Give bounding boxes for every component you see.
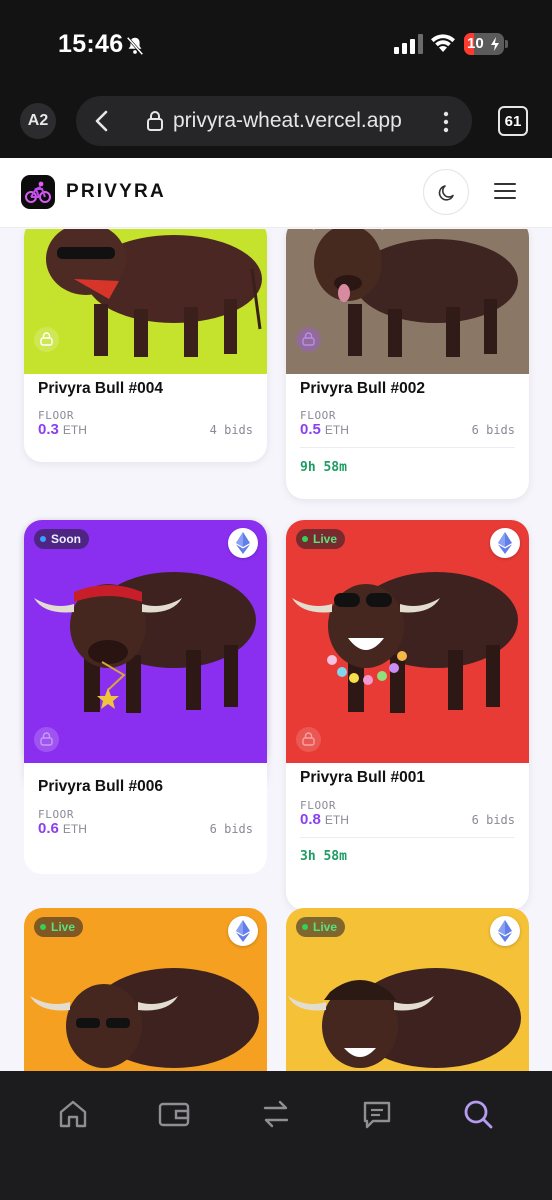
home-icon[interactable] [56,1097,90,1131]
nft-title: Privyra Bull #006 [38,778,163,795]
status-badge-label: Live [313,532,338,546]
nft-title: Privyra Bull #002 [300,380,425,397]
nft-artwork [24,229,267,374]
bid-count: 4 bids [209,423,253,437]
search-icon[interactable] [461,1097,495,1131]
floor-unit: ETH [62,822,87,836]
lock-badge [296,327,321,352]
nft-card[interactable]: Live [24,908,267,1071]
bid-count: 6 bids [471,423,515,437]
nft-card[interactable]: Live Privyra Bull #001 FLOOR 0.8 ETH 6 bi… [286,520,529,910]
browser-toolbar: A2 privyra-wheat.vercel.app 61 [0,82,552,158]
bottom-navigation [0,1071,552,1200]
nft-artwork: Soon [24,520,267,763]
back-icon[interactable] [92,109,112,133]
floor-value: 0.3 [38,421,59,438]
floor-price: 0.8 ETH [300,811,349,828]
nft-artwork: Live [286,520,529,763]
bull-image [292,572,518,713]
divider [300,447,515,448]
floor-price: 0.3 ETH [38,421,87,438]
status-time: 15:46 [58,30,124,58]
battery-level: 10 [467,35,484,52]
signal-icon [394,34,423,54]
floor-price: 0.5 ETH [300,421,349,438]
wifi-icon [431,34,455,52]
floor-value: 0.5 [300,421,321,438]
bid-count: 6 bids [471,813,515,827]
bell-off-icon [126,36,144,56]
app-header: PRIVYRA [0,158,552,228]
floor-unit: ETH [62,423,87,437]
nft-card[interactable]: Soon [24,520,267,790]
privyra-logo[interactable] [21,175,55,209]
swap-icon[interactable] [259,1097,293,1131]
status-badge: Live [34,917,84,937]
status-badge: Soon [34,529,89,549]
ethereum-icon [490,528,520,558]
lock-badge [296,727,321,752]
theme-toggle-button[interactable] [423,169,469,215]
more-icon[interactable] [442,110,450,134]
nft-title: Privyra Bull #004 [38,380,163,397]
floor-unit: ETH [324,423,349,437]
status-badge-label: Soon [51,532,81,546]
chat-icon[interactable] [360,1097,394,1131]
status-bar: 15:46 10 [0,0,552,82]
moon-icon [438,185,454,201]
nft-artwork [286,229,529,374]
profile-button[interactable]: A2 [20,103,56,139]
status-badge: Live [296,529,346,549]
lock-badge [34,727,59,752]
floor-value: 0.6 [38,820,59,837]
bid-count: 6 bids [209,822,253,836]
nft-title: Privyra Bull #001 [300,769,425,786]
brand-name: PRIVYRA [66,181,166,202]
address-bar[interactable]: privyra-wheat.vercel.app [76,96,472,146]
nft-card[interactable]: Live [286,908,529,1071]
bull-image [34,572,256,713]
status-badge-label: Live [313,920,338,934]
lock-icon [147,111,163,131]
lock-badge [34,327,59,352]
bull-image [312,229,518,357]
floor-value: 0.8 [300,811,321,828]
ethereum-icon [490,916,520,946]
url-text: privyra-wheat.vercel.app [173,109,402,132]
nft-grid: Privyra Bull #004 FLOOR 0.3 ETH 4 bids Pr… [0,229,552,1071]
wallet-icon[interactable] [157,1097,191,1131]
nft-card[interactable]: Privyra Bull #002 FLOOR 0.5 ETH 6 bids 9h… [286,229,529,499]
floor-price: 0.6 ETH [38,820,87,837]
cyclist-icon [25,181,51,203]
bull-image [46,229,262,357]
nft-card[interactable]: Privyra Bull #004 FLOOR 0.3 ETH 4 bids [24,229,267,462]
battery-indicator: 10 [464,33,508,55]
status-badge: Live [296,917,346,937]
countdown-timer: 3h 58m [300,849,347,864]
status-badge-label: Live [51,920,76,934]
floor-unit: ETH [324,813,349,827]
hamburger-menu-icon[interactable] [494,181,516,201]
divider [300,837,515,838]
nft-card-info: Privyra Bull #006 FLOOR 0.6 ETH 6 bids [24,763,267,874]
ethereum-icon [228,528,258,558]
ethereum-icon [228,916,258,946]
tabs-button[interactable]: 61 [498,106,528,136]
countdown-timer: 9h 58m [300,460,347,475]
